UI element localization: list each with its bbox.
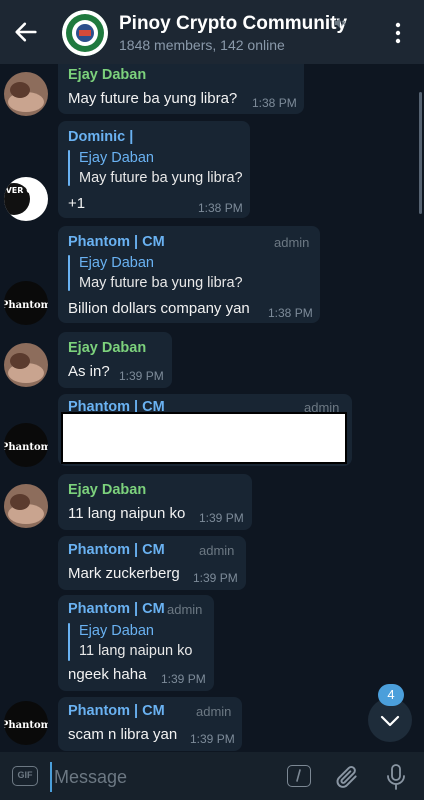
avatar-text: Phantom (4, 442, 48, 453)
reply-sender[interactable]: Ejay Daban (79, 623, 154, 639)
avatar-phantom[interactable]: Phantom (4, 701, 48, 745)
reply-text: May future ba yung libra? (79, 170, 243, 186)
message-list[interactable]: Ejay Daban May future ba yung libra? 1:3… (0, 64, 424, 752)
message-time: 1:38 PM (252, 96, 297, 110)
reply-quote-bar (68, 150, 70, 186)
avatar-text: Phantom (4, 300, 48, 311)
sender-name[interactable]: Phantom | CM (68, 542, 165, 558)
sender-name[interactable]: Phantom | CM (68, 234, 165, 250)
avatar-dominic[interactable]: NEVER GIVE UP (4, 177, 48, 221)
sender-name[interactable]: Ejay Daban (68, 482, 146, 498)
avatar-text: NEVER GIVE UP (4, 186, 48, 195)
avatar-phantom[interactable]: Phantom (4, 281, 48, 325)
composer-bar: GIF (0, 752, 424, 800)
message-bubble[interactable]: Ejay Daban As in? 1:39 PM (58, 332, 172, 388)
message-time: 1:39 PM (199, 511, 244, 525)
message-text: 11 lang naipun ko (68, 505, 186, 522)
sender-name[interactable]: Ejay Daban (68, 67, 146, 83)
reply-quote-bar (68, 623, 70, 661)
reply-quote-bar (68, 255, 70, 291)
group-avatar[interactable] (62, 10, 108, 56)
gif-button[interactable]: GIF (12, 766, 38, 786)
back-arrow-icon[interactable] (12, 18, 40, 46)
sender-name[interactable]: Phantom | CM (68, 601, 165, 617)
microphone-icon[interactable] (384, 763, 408, 791)
sender-name[interactable]: Dominic | (68, 129, 133, 145)
admin-badge: admin (274, 235, 310, 250)
message-bubble[interactable]: Ejay Daban 11 lang naipun ko 1:39 PM (58, 474, 252, 530)
sender-name[interactable]: Phantom | CM (68, 703, 165, 719)
reply-sender[interactable]: Ejay Daban (79, 255, 154, 271)
scrollbar[interactable] (419, 92, 422, 214)
paperclip-icon[interactable] (334, 764, 360, 790)
message-bubble[interactable]: Phantom | CM admin Ejay Daban May future… (58, 226, 320, 323)
message-bubble[interactable]: Phantom | CM admin Ejay Daban 11 lang na… (58, 595, 214, 691)
admin-badge: admin (167, 602, 203, 617)
message-time: 1:39 PM (161, 672, 206, 686)
reply-text: May future ba yung libra? (79, 275, 243, 291)
message-bubble[interactable]: Phantom | CM admin (58, 394, 352, 466)
admin-badge: admin (196, 704, 232, 719)
message-text: ngeek haha (68, 666, 147, 683)
avatar-phantom[interactable]: Phantom (4, 423, 48, 467)
unread-count-badge: 4 (378, 684, 404, 706)
reply-sender[interactable]: Ejay Daban (79, 150, 154, 166)
message-input[interactable] (50, 762, 276, 792)
reply-text: 11 lang naipun ko (79, 643, 193, 659)
message-time: 1:39 PM (193, 571, 238, 585)
more-options-icon[interactable] (388, 20, 408, 46)
message-bubble[interactable]: Phantom | CM admin scam n libra yan 1:39… (58, 697, 242, 751)
bot-command-button[interactable] (287, 765, 311, 787)
message-time: 1:38 PM (268, 306, 313, 320)
chat-header: Pinoy Crypto Community 1848 members, 142… (0, 0, 424, 64)
avatar-ejay[interactable] (4, 484, 48, 528)
message-text: Billion dollars company yan (68, 300, 250, 317)
member-count: 1848 members, 142 online (119, 37, 285, 53)
message-time: 1:39 PM (190, 732, 235, 746)
message-text: Mark zuckerberg (68, 565, 180, 582)
message-time: 1:38 PM (198, 201, 243, 215)
message-text: May future ba yung libra? (68, 90, 238, 107)
message-bubble[interactable]: Dominic | Ejay Daban May future ba yung … (58, 121, 250, 218)
avatar-text: Phantom (4, 720, 48, 731)
message-text: As in? (68, 363, 110, 380)
message-text: +1 (68, 195, 86, 212)
sender-name[interactable]: Ejay Daban (68, 340, 146, 356)
slash-command-icon (296, 769, 301, 782)
avatar-ejay[interactable] (4, 343, 48, 387)
avatar-ejay[interactable] (4, 72, 48, 116)
message-text: scam n libra yan (68, 726, 178, 743)
redacted-content (61, 412, 347, 464)
admin-badge: admin (199, 543, 235, 558)
group-title[interactable]: Pinoy Crypto Community (119, 13, 347, 35)
message-bubble[interactable]: Ejay Daban May future ba yung libra? 1:3… (58, 64, 304, 114)
message-time: 1:39 PM (119, 369, 164, 383)
muted-speaker-icon (335, 18, 346, 28)
message-bubble[interactable]: Phantom | CM admin Mark zuckerberg 1:39 … (58, 536, 246, 590)
